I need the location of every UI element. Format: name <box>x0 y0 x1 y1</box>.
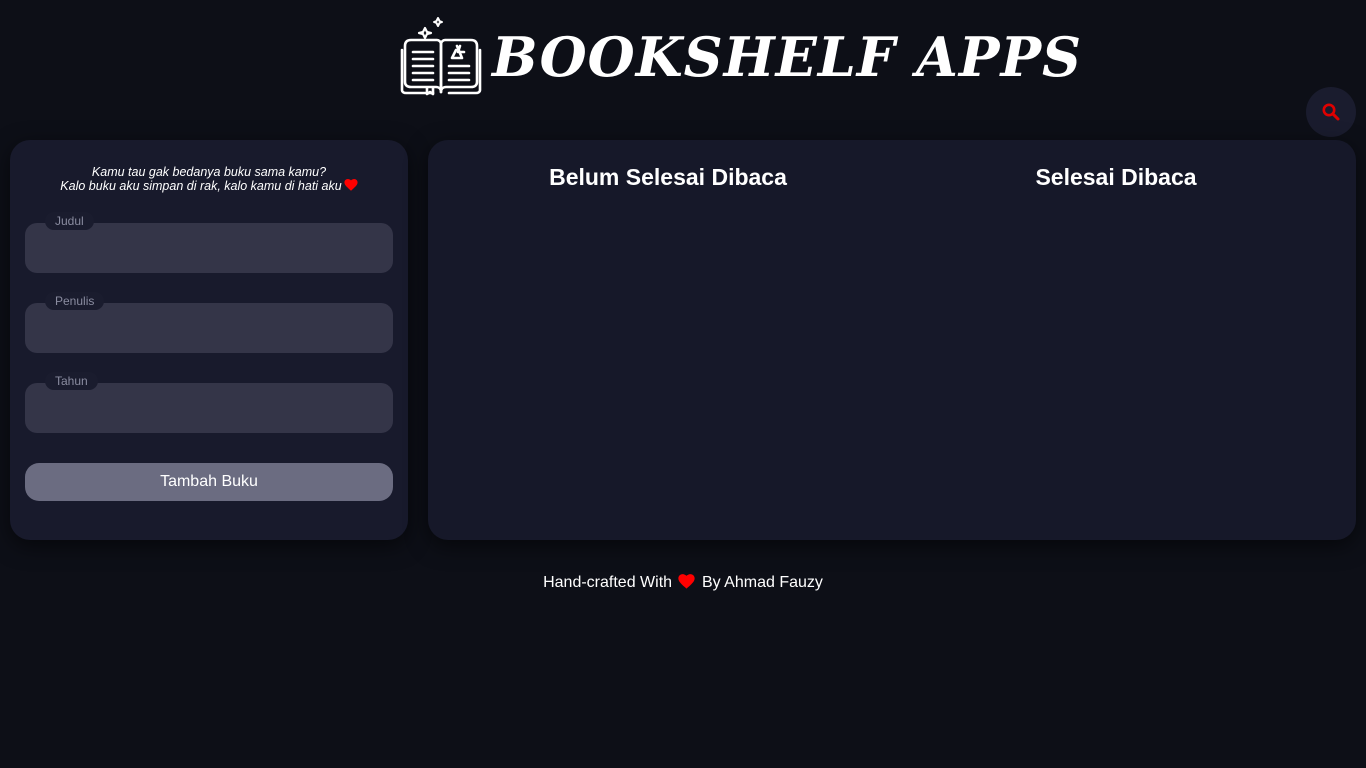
brand: BOOKSHELF APPS <box>400 14 1082 98</box>
unread-shelf-title: Belum Selesai Dibaca <box>549 164 787 190</box>
add-book-form: Kamu tau gak bedanya buku sama kamu? Kal… <box>10 140 408 540</box>
bookshelf-panel: Belum Selesai Dibaca Selesai Dibaca <box>428 140 1356 540</box>
year-field: Tahun <box>25 372 393 433</box>
title-field: Judul <box>25 212 393 273</box>
app-header: BOOKSHELF APPS <box>0 0 1366 110</box>
search-button[interactable] <box>1306 87 1356 137</box>
year-label: Tahun <box>45 372 98 390</box>
footer-prefix: Hand-crafted With <box>543 574 673 591</box>
title-input[interactable] <box>25 223 393 273</box>
year-input[interactable] <box>25 383 393 433</box>
author-label: Penulis <box>45 292 105 310</box>
read-shelf-title: Selesai Dibaca <box>1035 164 1197 190</box>
footer-suffix: By Ahmad Fauzy <box>701 574 823 591</box>
add-book-button[interactable]: Tambah Buku <box>25 463 393 501</box>
title-label: Judul <box>45 212 94 230</box>
heart-icon <box>344 179 358 191</box>
open-book-sparkle-icon <box>400 17 482 96</box>
quote-line-2-wrapper: Kalo buku aku simpan di rak, kalo kamu d… <box>10 179 408 193</box>
author-field: Penulis <box>25 292 393 353</box>
author-input[interactable] <box>25 303 393 353</box>
quote-line-1: Kamu tau gak bedanya buku sama kamu? <box>91 165 327 179</box>
heart-icon <box>678 574 696 589</box>
quote-line-2: Kalo buku aku simpan di rak, kalo kamu d… <box>60 179 342 193</box>
footer: Hand-crafted With By Ahmad Fauzy <box>0 572 1366 594</box>
quote: Kamu tau gak bedanya buku sama kamu? Kal… <box>10 165 408 193</box>
app-title: BOOKSHELF APPS <box>492 25 1083 89</box>
search-icon <box>1322 103 1340 121</box>
